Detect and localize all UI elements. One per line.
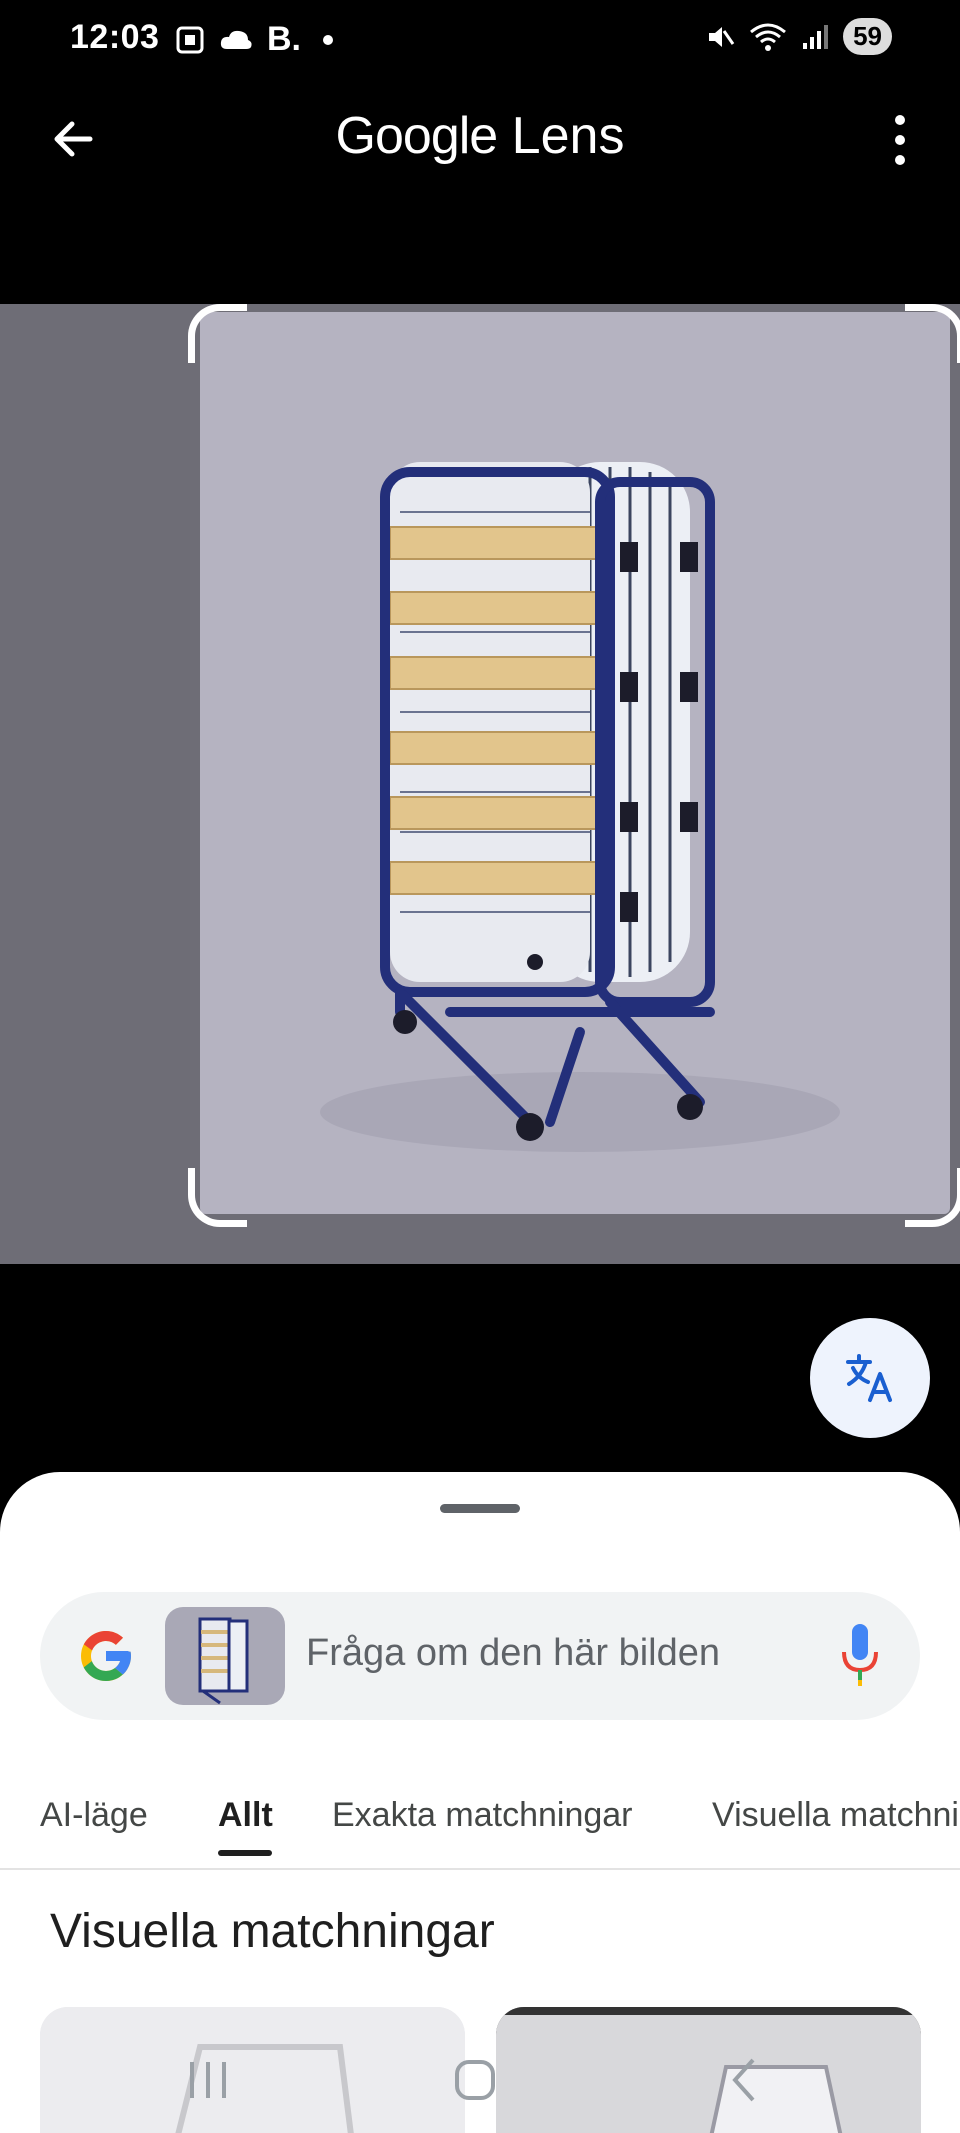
- section-title: Visuella matchningar: [50, 1905, 495, 1958]
- app-title-google: Google: [335, 107, 499, 165]
- mute-icon: [709, 26, 735, 47]
- selected-image-region[interactable]: [200, 312, 950, 1214]
- microphone-icon[interactable]: [840, 1622, 880, 1688]
- status-time: 12:03: [70, 18, 160, 56]
- system-navigation-bar: [0, 2030, 960, 2133]
- thumbnail-bed-image: [198, 1617, 249, 1705]
- tab-all[interactable]: Allt: [218, 1796, 273, 1835]
- recent-apps-icon[interactable]: [178, 2050, 238, 2110]
- search-placeholder[interactable]: Fråga om den här bilden: [306, 1632, 720, 1675]
- result-tabs: AI-läge Allt Exakta matchningar Visuella…: [0, 1776, 960, 1870]
- home-icon[interactable]: [445, 2050, 505, 2110]
- top-app-bar: Google Lens: [0, 96, 960, 182]
- crop-corner-bottom-right[interactable]: [905, 1168, 960, 1227]
- tab-ai-mode[interactable]: AI-läge: [40, 1796, 148, 1835]
- cloud-icon: [220, 30, 252, 49]
- status-bar: 12:03 B. 59: [0, 0, 960, 80]
- crop-corner-top-right[interactable]: [905, 304, 960, 363]
- search-bar[interactable]: Fråga om den här bilden: [40, 1592, 920, 1720]
- crop-corner-top-left[interactable]: [188, 304, 247, 363]
- more-options-icon[interactable]: [880, 110, 920, 170]
- tab-visual-matches[interactable]: Visuella matchningar: [712, 1796, 960, 1835]
- battery-indicator: 59: [843, 18, 892, 55]
- query-image-thumbnail[interactable]: [165, 1607, 285, 1705]
- wifi-icon: [750, 23, 787, 51]
- status-right-icons: 59: [705, 18, 892, 55]
- screenshot-icon: [176, 26, 204, 53]
- signal-icon: [803, 24, 829, 49]
- tab-exact-matches[interactable]: Exakta matchningar: [332, 1796, 633, 1835]
- carrier-letter: B.: [267, 20, 301, 58]
- app-title: Google Lens: [0, 106, 960, 166]
- back-nav-icon[interactable]: [715, 2050, 775, 2110]
- google-g-logo-icon: [81, 1631, 131, 1681]
- app-title-lens: Lens: [497, 107, 625, 165]
- translate-button[interactable]: [810, 1318, 930, 1438]
- translate-icon: [846, 1354, 892, 1402]
- dot-icon: [323, 34, 333, 45]
- active-tab-indicator: [218, 1850, 272, 1856]
- status-left-icons: B.: [175, 20, 333, 59]
- sheet-drag-handle[interactable]: [440, 1504, 520, 1513]
- folding-bed-image: [320, 462, 840, 1152]
